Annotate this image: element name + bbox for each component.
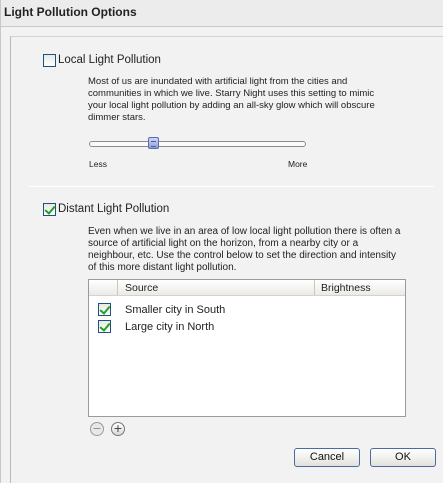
distant-description-line: of this more distant light pollution. (88, 262, 237, 273)
distant-description-line: Even when we live in an area of low loca… (88, 226, 401, 237)
source-cell: Smaller city in South (125, 304, 226, 316)
light-pollution-dialog: Light Pollution Options Local Light Poll… (0, 0, 443, 483)
table-header: Source Brightness (89, 280, 405, 296)
dialog-title: Light Pollution Options (4, 5, 137, 19)
distant-description-line: source of artificial light on the horizo… (88, 238, 359, 249)
local-description-line: your local light pollution by adding an … (88, 100, 375, 111)
minus-circle-icon[interactable]: − (90, 422, 104, 436)
column-header-brightness[interactable]: Brightness (321, 282, 371, 294)
title-bar: Light Pollution Options (1, 0, 443, 27)
cancel-button[interactable]: Cancel (294, 448, 360, 467)
local-light-slider-thumb[interactable] (148, 137, 159, 149)
column-header-source[interactable]: Source (125, 282, 158, 294)
row-enabled-checkbox[interactable] (98, 320, 111, 333)
source-cell: Large city in North (125, 321, 215, 333)
distant-description-line: neighbour, etc. Use the control below to… (88, 250, 396, 261)
section-divider (29, 186, 434, 187)
distant-light-pollution-label[interactable]: Distant Light Pollution (58, 203, 169, 215)
local-description-line: dimmer stars. (88, 112, 146, 123)
slider-min-label: Less (89, 159, 107, 169)
light-sources-table[interactable]: Source Brightness Smaller city in South … (88, 279, 406, 417)
slider-max-label: More (288, 159, 308, 169)
table-row[interactable]: Smaller city in South (89, 302, 405, 319)
column-divider (314, 280, 315, 295)
table-row[interactable]: Large city in North (89, 319, 405, 336)
local-light-pollution-checkbox[interactable] (43, 54, 56, 67)
distant-light-pollution-checkbox[interactable] (43, 203, 56, 216)
plus-circle-icon[interactable]: + (111, 422, 125, 436)
column-divider (117, 280, 118, 295)
row-enabled-checkbox[interactable] (98, 303, 111, 316)
local-description-line: communities in which we live. Starry Nig… (88, 88, 375, 99)
local-light-pollution-label[interactable]: Local Light Pollution (58, 54, 161, 66)
local-description-line: Most of us are inundated with artificial… (88, 76, 348, 87)
distant-description: Even when we live in an area of low loca… (88, 226, 400, 274)
ok-button[interactable]: OK (370, 448, 436, 467)
local-light-slider-track[interactable] (89, 141, 306, 147)
local-description: Most of us are inundated with artificial… (88, 76, 375, 124)
